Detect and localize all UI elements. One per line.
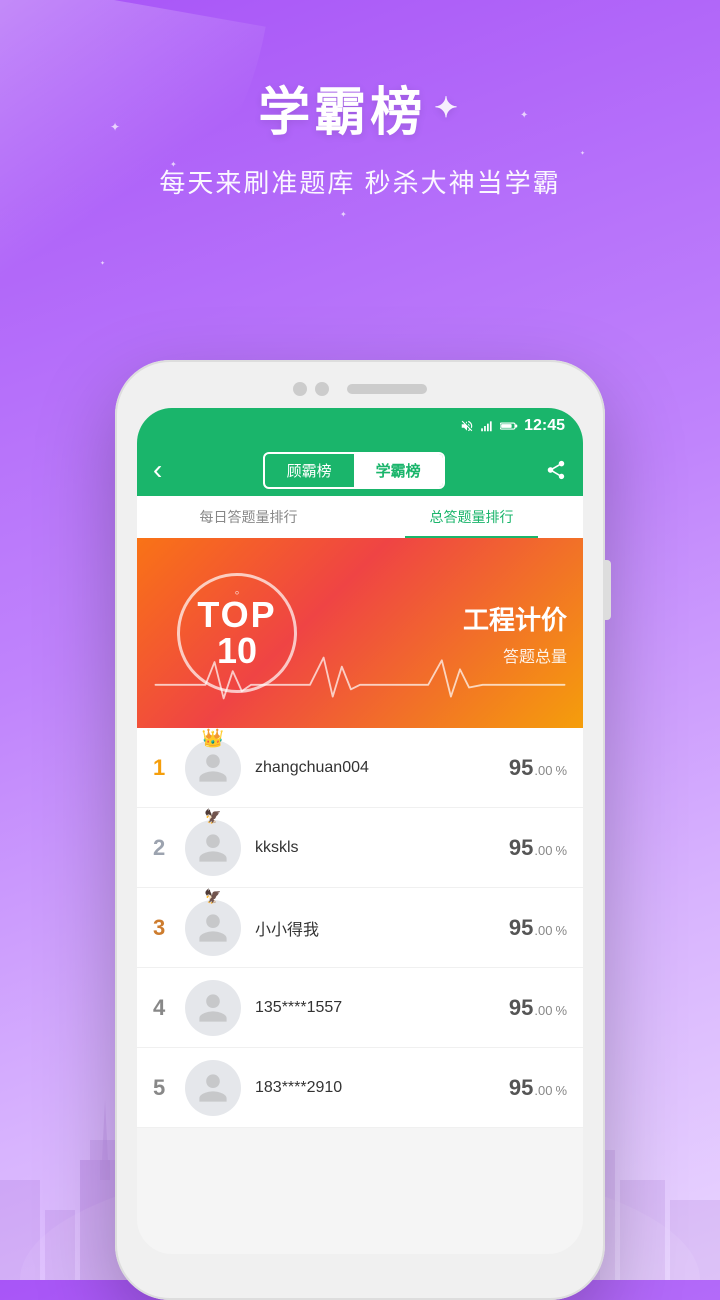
signal-icon (480, 419, 494, 433)
main-title-container: 学霸榜 ✦ (0, 70, 720, 145)
rank-avatar-2 (185, 820, 241, 876)
rank-avatar-wrapper-1: 👑 (185, 740, 241, 796)
avatar-silhouette-3 (196, 911, 230, 945)
rank-number-4: 4 (153, 995, 185, 1021)
back-button[interactable]: ‹ (153, 454, 162, 486)
nav-bar: ‹ 顾霸榜 学霸榜 (137, 444, 583, 496)
rank-avatar-wrapper-4 (185, 980, 241, 1036)
crown-icon-1: 👑 (202, 728, 224, 749)
rank-name-1: zhangchuan004 (255, 759, 509, 777)
score-unit-2: % (555, 843, 567, 858)
phone-top-bar (137, 382, 583, 396)
avatar-silhouette-2 (196, 831, 230, 865)
rank-item: 2 🦅 kkskls 95 .00 % (137, 808, 583, 888)
camera-dot-1 (293, 382, 307, 396)
score-main-3: 95 (509, 915, 533, 941)
share-button[interactable] (545, 459, 567, 481)
score-unit-3: % (555, 923, 567, 938)
status-time: 12:45 (524, 417, 565, 435)
page-subtitle: 每天来刷准题库 秒杀大神当学霸 (0, 163, 720, 200)
heartbeat-decoration (137, 653, 583, 708)
phone-mockup: 12:45 ‹ 顾霸榜 学霸榜 每日答题量排行 总 (115, 360, 605, 1300)
avatar-silhouette-4 (196, 991, 230, 1025)
score-unit-4: % (555, 1003, 567, 1018)
avatar-silhouette-1 (196, 751, 230, 785)
sub-tab-daily[interactable]: 每日答题量排行 (137, 496, 360, 538)
score-decimal-2: .00 (534, 843, 552, 858)
sub-tabs: 每日答题量排行 总答题量排行 (137, 496, 583, 538)
rank-avatar-3 (185, 900, 241, 956)
phone-screen: 12:45 ‹ 顾霸榜 学霸榜 每日答题量排行 总 (137, 408, 583, 1254)
status-bar: 12:45 (137, 408, 583, 444)
rank-avatar-wrapper-2: 🦅 (185, 820, 241, 876)
tab-xueba[interactable]: 学霸榜 (354, 454, 443, 487)
rank-number-2: 2 (153, 835, 185, 861)
rank-score-2: 95 .00 % (509, 835, 567, 861)
rank-item: 3 🦅 小小得我 95 .00 % (137, 888, 583, 968)
crown-icon-3: 🦅 (204, 888, 221, 905)
rank-number-3: 3 (153, 915, 185, 941)
rank-name-5: 183****2910 (255, 1079, 509, 1097)
rank-score-1: 95 .00 % (509, 755, 567, 781)
score-unit-1: % (555, 763, 567, 778)
sub-tab-total[interactable]: 总答题量排行 (360, 496, 583, 538)
mute-icon (460, 419, 474, 433)
rank-avatar-4 (185, 980, 241, 1036)
rank-number-1: 1 (153, 755, 185, 781)
banner-category: 工程计价 (337, 600, 567, 637)
score-main-1: 95 (509, 755, 533, 781)
score-main-5: 95 (509, 1075, 533, 1101)
battery-icon (500, 419, 518, 433)
rank-avatar-wrapper-5 (185, 1060, 241, 1116)
score-decimal-5: .00 (534, 1083, 552, 1098)
leaderboard-banner: TOP 10 工程计价 答题总量 (137, 538, 583, 728)
rank-number-5: 5 (153, 1075, 185, 1101)
rank-avatar-5 (185, 1060, 241, 1116)
camera-area (293, 382, 329, 396)
leaderboard-list: 1 👑 zhangchuan004 95 .00 % (137, 728, 583, 1128)
rank-item: 1 👑 zhangchuan004 95 .00 % (137, 728, 583, 808)
top-label: TOP (197, 597, 276, 633)
rank-name-4: 135****1557 (255, 999, 509, 1017)
rank-score-4: 95 .00 % (509, 995, 567, 1021)
score-decimal-4: .00 (534, 1003, 552, 1018)
rank-item: 5 183****2910 95 .00 % (137, 1048, 583, 1128)
phone-outer-shell: 12:45 ‹ 顾霸榜 学霸榜 每日答题量排行 总 (115, 360, 605, 1300)
side-button (605, 560, 611, 620)
tab-guba[interactable]: 顾霸榜 (265, 454, 354, 487)
status-icons: 12:45 (460, 417, 565, 435)
score-unit-5: % (555, 1083, 567, 1098)
rank-avatar-wrapper-3: 🦅 (185, 900, 241, 956)
score-main-4: 95 (509, 995, 533, 1021)
top-section: 学霸榜 ✦ 每天来刷准题库 秒杀大神当学霸 (0, 0, 720, 200)
crown-icon-2: 🦅 (204, 808, 221, 825)
sparkle-icon: ✦ (434, 91, 461, 124)
score-decimal-3: .00 (534, 923, 552, 938)
speaker-bar (347, 384, 427, 394)
camera-dot-2 (315, 382, 329, 396)
score-main-2: 95 (509, 835, 533, 861)
avatar-silhouette-5 (196, 1071, 230, 1105)
page-title: 学霸榜 (258, 70, 426, 145)
rank-name-2: kkskls (255, 839, 509, 857)
nav-tabs: 顾霸榜 学霸榜 (263, 452, 445, 489)
rank-score-3: 95 .00 % (509, 915, 567, 941)
rank-name-3: 小小得我 (255, 916, 509, 940)
rank-score-5: 95 .00 % (509, 1075, 567, 1101)
score-decimal-1: .00 (534, 763, 552, 778)
rank-item: 4 135****1557 95 .00 % (137, 968, 583, 1048)
